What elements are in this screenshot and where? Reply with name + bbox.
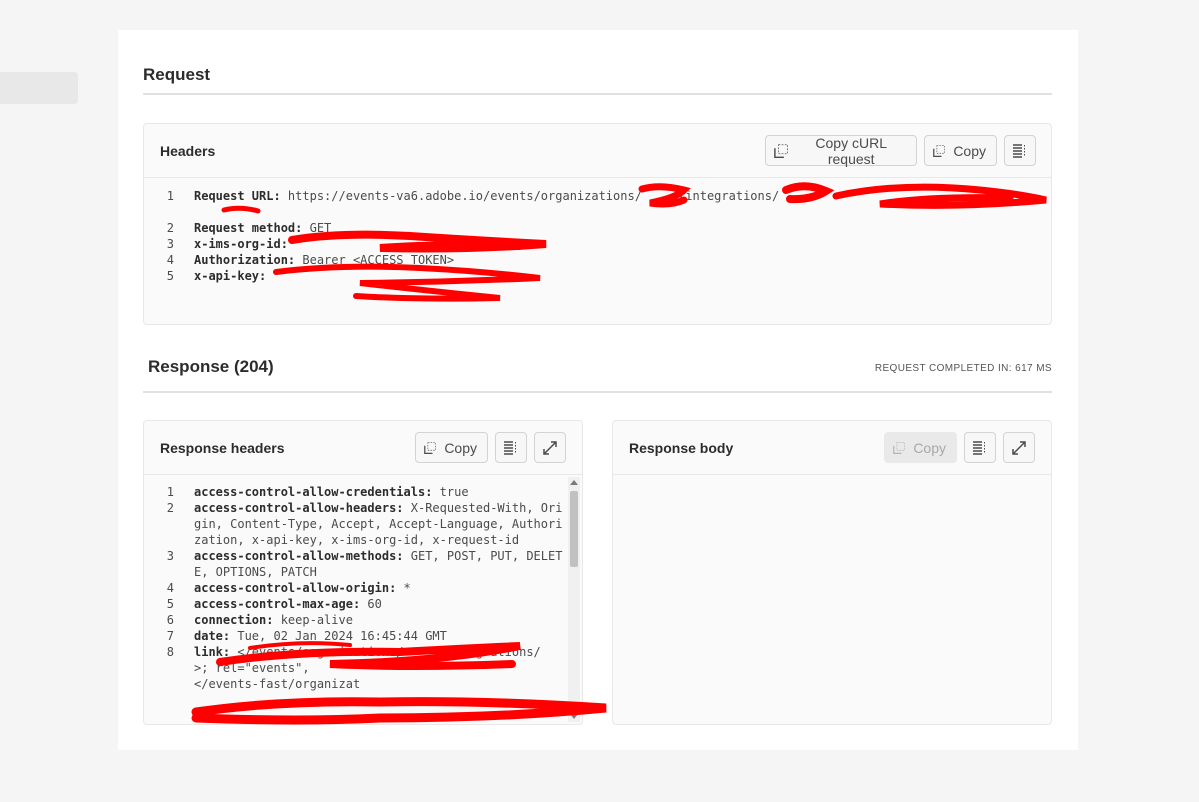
response-headers-header: Response headers Copy: [144, 421, 582, 475]
copy-response-body-button[interactable]: Copy: [884, 432, 957, 463]
request-headers-panel: Headers Copy cURL request Copy 1 Request…: [143, 123, 1052, 325]
wrap-lines-icon: [504, 440, 516, 455]
response-headers-panel: Response headers Copy 1 access-control-a…: [143, 420, 583, 725]
response-headers-code: 1 access-control-allow-credentials: true…: [144, 484, 566, 724]
request-headers-header: Headers Copy cURL request Copy: [144, 124, 1051, 178]
copy-icon: [893, 441, 905, 454]
request-headers-title: Headers: [160, 143, 216, 159]
code-line: 5 x-api-key:: [166, 269, 267, 283]
code-line: 3 access-control-allow-methods: GET, POS…: [166, 549, 563, 579]
copy-curl-button[interactable]: Copy cURL request: [765, 134, 917, 167]
request-headers-code: 1 Request URL: https://events-va6.adobe.…: [144, 188, 1051, 284]
expand-response-headers-button[interactable]: [534, 432, 566, 463]
wrap-lines-icon: [973, 440, 985, 455]
copy-response-headers-button[interactable]: Copy: [415, 432, 488, 463]
wrap-lines-button[interactable]: [964, 432, 996, 463]
code-line: 4 Authorization: Bearer <ACCESS_TOKEN>: [166, 253, 455, 267]
copy-headers-button[interactable]: Copy: [924, 135, 997, 166]
scroll-up-arrow-icon[interactable]: [570, 480, 578, 485]
wrap-lines-button[interactable]: [495, 432, 527, 463]
request-response-card: Request Headers Copy cURL request Copy 1…: [118, 30, 1078, 750]
sidebar-tab[interactable]: [0, 72, 78, 104]
scroll-down-arrow-icon[interactable]: [570, 714, 578, 719]
response-title: Response (204): [148, 357, 274, 376]
code-line: 1 access-control-allow-credentials: true: [166, 485, 469, 499]
expand-response-body-button[interactable]: [1003, 432, 1035, 463]
copy-icon: [774, 143, 788, 158]
code-line: 2 Request method: GET: [166, 221, 332, 235]
response-headers-title: Response headers: [160, 440, 285, 456]
code-line: 1 Request URL: https://events-va6.adobe.…: [166, 189, 780, 203]
expand-icon: [543, 440, 557, 455]
copy-icon: [424, 441, 436, 454]
copy-headers-label: Copy: [953, 142, 986, 159]
wrap-lines-icon: [1013, 143, 1025, 158]
copy-curl-label: Copy cURL request: [815, 134, 887, 167]
response-body-panel: Response body Copy: [612, 420, 1052, 725]
request-completed-time: REQUEST COMPLETED IN: 617 MS: [874, 363, 1052, 374]
code-line: 4 access-control-allow-origin: *: [166, 581, 411, 595]
response-headers-scrollbar[interactable]: [568, 477, 580, 722]
copy-icon: [933, 144, 945, 157]
response-divider: [143, 391, 1052, 393]
expand-icon: [1012, 440, 1026, 455]
response-body-header: Response body Copy: [613, 421, 1051, 475]
response-body-title: Response body: [629, 440, 734, 456]
code-line: 3 x-ims-org-id:: [166, 237, 288, 251]
wrap-lines-button[interactable]: [1004, 135, 1036, 166]
request-divider: [143, 93, 1052, 95]
code-line: 2 access-control-allow-headers: X-Reques…: [166, 501, 563, 547]
code-line: 8 link: </events/organizations/ /integra…: [166, 645, 541, 691]
scroll-thumb[interactable]: [570, 491, 578, 567]
copy-response-body-label: Copy: [913, 439, 946, 456]
code-line: 7 date: Tue, 02 Jan 2024 16:45:44 GMT: [166, 629, 447, 643]
copy-response-headers-label: Copy: [444, 439, 477, 456]
code-line: 6 connection: keep-alive: [166, 613, 353, 627]
code-line: 5 access-control-max-age: 60: [166, 597, 382, 611]
request-title: Request: [143, 65, 211, 84]
